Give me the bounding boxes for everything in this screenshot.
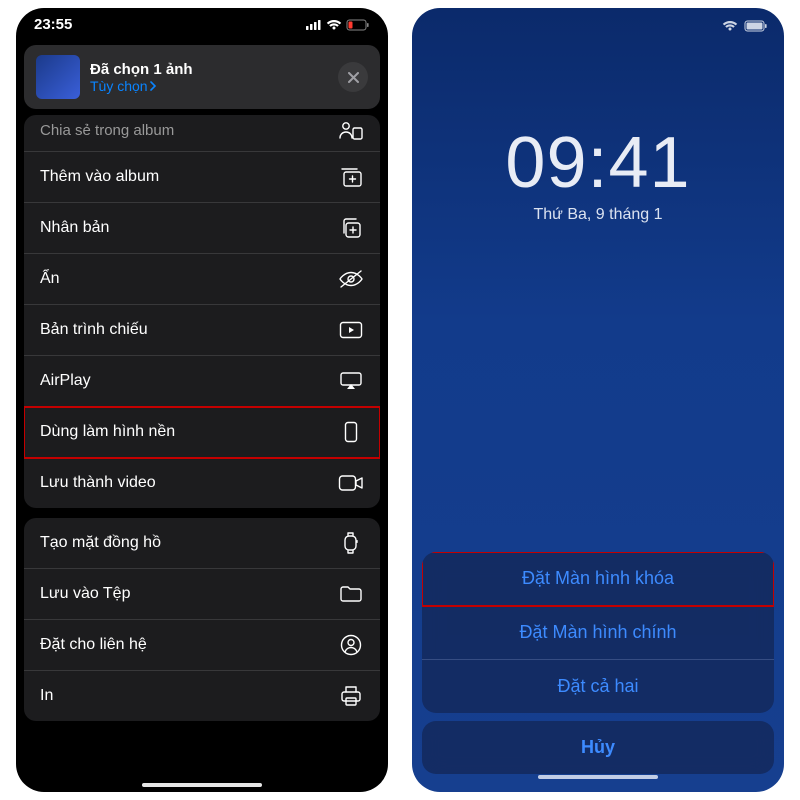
album-add-icon [338, 166, 364, 188]
home-indicator[interactable] [538, 775, 658, 779]
lock-date: Thứ Ba, 9 tháng 1 [412, 206, 784, 224]
battery-icon [744, 20, 768, 32]
wallpaper-option-button[interactable]: Đặt Màn hình chính [422, 606, 774, 660]
action-row-label: Chia sẻ trong album [40, 122, 174, 139]
action-row-label: Tạo mặt đồng hồ [40, 534, 161, 552]
action-row[interactable]: Bản trình chiếu [24, 305, 380, 356]
action-row[interactable]: Đặt cho liên hệ [24, 620, 380, 671]
cancel-button[interactable]: Hủy [422, 721, 774, 774]
play-rect-icon [338, 319, 364, 341]
header-options-link[interactable]: Tùy chọn [90, 78, 328, 94]
action-row-label: Nhân bản [40, 219, 109, 237]
battery-low-icon [346, 19, 370, 31]
video-icon [338, 472, 364, 494]
action-list[interactable]: Chia sẻ trong album Thêm vào album Nhân bả… [24, 115, 380, 759]
status-bar: 23:55 [16, 8, 388, 37]
action-row-label: Lưu vào Tệp [40, 585, 130, 603]
lock-time: 09:41 [412, 122, 784, 204]
airplay-icon [338, 370, 364, 392]
sheet-header: Đã chọn 1 ảnh Tùy chọn [24, 45, 380, 109]
chevron-right-icon [150, 81, 157, 91]
action-group: Chia sẻ trong album Thêm vào album Nhân bả… [24, 115, 380, 508]
action-row[interactable]: Nhân bản [24, 203, 380, 254]
status-time: 23:55 [34, 16, 72, 33]
wallpaper-option-button[interactable]: Đặt cả hai [422, 660, 774, 713]
wifi-icon [722, 20, 738, 32]
action-row[interactable]: Tạo mặt đồng hồ [24, 518, 380, 569]
action-row[interactable]: Ẩn [24, 254, 380, 305]
action-row-label: Đặt cho liên hệ [40, 636, 147, 654]
action-row[interactable]: Lưu thành video [24, 458, 380, 508]
action-row-label: In [40, 687, 53, 705]
wallpaper-set-screen: 09:41 Thứ Ba, 9 tháng 1 Đặt Màn hình khó… [412, 8, 784, 792]
action-row[interactable]: Thêm vào album [24, 152, 380, 203]
duplicate-icon [338, 217, 364, 239]
wallpaper-actionsheet: Đặt Màn hình khóaĐặt Màn hình chínhĐặt c… [422, 552, 774, 782]
print-icon [338, 685, 364, 707]
action-row[interactable]: Lưu vào Tệp [24, 569, 380, 620]
share-sheet-screen: 23:55 Đã chọn 1 ảnh Tùy chọn Chia sẻ tro… [16, 8, 388, 792]
eye-off-icon [338, 268, 364, 290]
home-indicator[interactable] [142, 783, 262, 787]
lock-clock: 09:41 Thứ Ba, 9 tháng 1 [412, 122, 784, 224]
action-row-label: Lưu thành video [40, 474, 156, 492]
close-icon [348, 72, 359, 83]
close-button[interactable] [338, 62, 368, 92]
action-group: Tạo mặt đồng hồ Lưu vào Tệp Đặt cho liên h… [24, 518, 380, 721]
person-add-icon [338, 119, 364, 141]
action-row[interactable]: Dùng làm hình nền [24, 407, 380, 458]
selected-photo-thumbnail[interactable] [36, 55, 80, 99]
action-row[interactable]: AirPlay [24, 356, 380, 407]
status-icons [306, 19, 370, 31]
action-row-label: AirPlay [40, 372, 91, 390]
wifi-icon [326, 19, 342, 31]
folder-icon [338, 583, 364, 605]
phone-rect-icon [338, 421, 364, 443]
action-row[interactable]: In [24, 671, 380, 721]
action-row-label: Dùng làm hình nền [40, 423, 175, 441]
action-row-label: Ẩn [40, 270, 60, 288]
action-row-label: Bản trình chiếu [40, 321, 148, 339]
signal-icon [306, 19, 322, 30]
contact-icon [338, 634, 364, 656]
action-row[interactable]: Chia sẻ trong album [24, 115, 380, 152]
header-title: Đã chọn 1 ảnh [90, 61, 328, 78]
status-bar [412, 8, 784, 32]
watch-icon [338, 532, 364, 554]
action-row-label: Thêm vào album [40, 168, 159, 186]
wallpaper-option-button[interactable]: Đặt Màn hình khóa [422, 552, 774, 606]
